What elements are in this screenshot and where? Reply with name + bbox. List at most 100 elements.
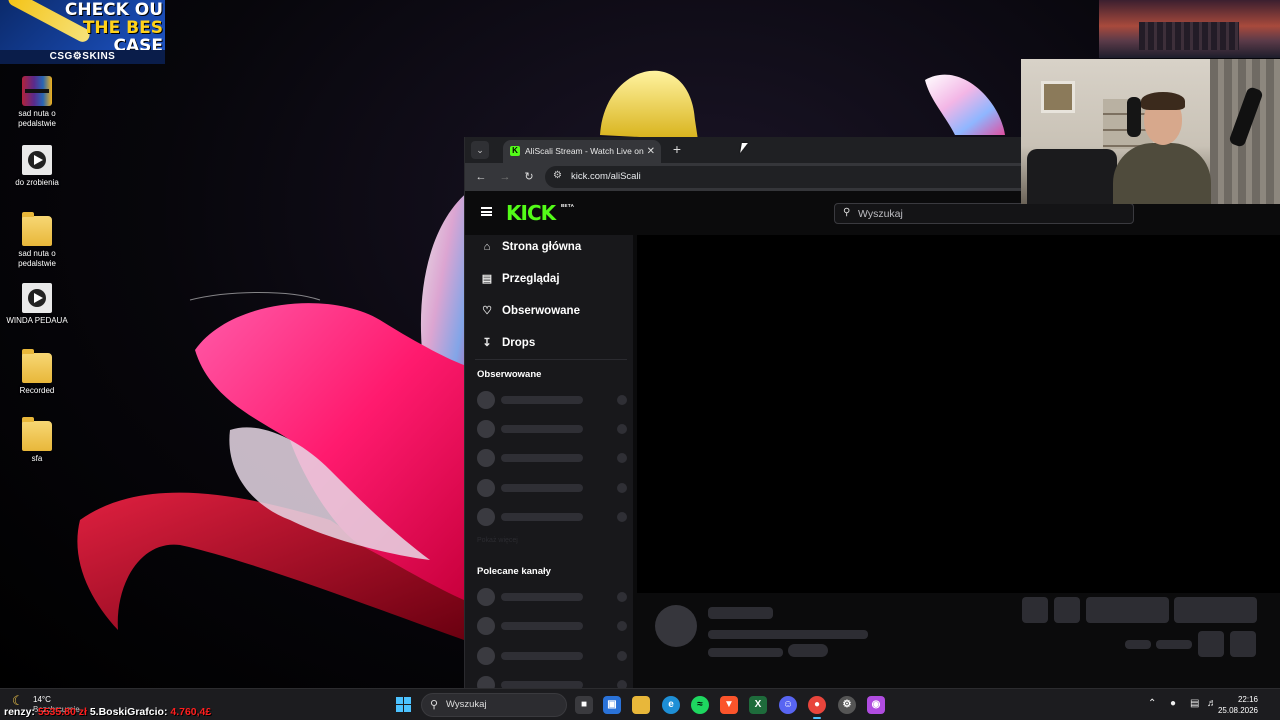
taskbar-search-placeholder: Wyszukaj (446, 699, 487, 710)
city-thumbnail (1099, 0, 1280, 58)
back-button[interactable]: ← (473, 169, 489, 185)
skeleton-bar (788, 644, 828, 657)
list-item (477, 647, 627, 665)
desktop-icon-label: sad nuta o pedalstwie (18, 109, 56, 128)
edge-icon[interactable]: e (662, 696, 680, 714)
video-file-icon (22, 283, 52, 313)
desktop-icon-video[interactable]: WINDA PEDAUA (4, 283, 70, 326)
close-tab-icon[interactable]: ✕ (647, 140, 655, 163)
skeleton-bar (708, 630, 868, 639)
excel-icon[interactable]: X (749, 696, 767, 714)
avatar (655, 605, 697, 647)
kick-page: KICK BETA ⚲ Wyszukaj ⌂ Strona główna ▤ P… (465, 191, 1280, 688)
chevron-up-icon[interactable]: ⌃ (1148, 698, 1156, 709)
list-item (477, 420, 627, 438)
kick-logo[interactable]: KICK (506, 202, 556, 224)
sidebar-item-drops[interactable]: ↧ Drops (480, 333, 535, 353)
network-icon[interactable]: ▤ (1190, 698, 1199, 709)
ad-headline: CHECK OU THE BES CASE (65, 1, 163, 55)
url-text: kick.com/aliScali (571, 171, 641, 182)
drops-icon: ↧ (482, 337, 492, 349)
task-view-icon[interactable]: ■ (575, 696, 593, 714)
system-clock[interactable]: 22:16 25.08.2026 (1218, 694, 1258, 716)
ad-brand: CSG⚙SKINS (0, 50, 165, 64)
donation-ticker: renzy: 5535.80 zł 5.BoskiGrafcio: 4.760,… (4, 706, 211, 718)
skeleton-bar (1125, 640, 1151, 649)
streamer-body (1113, 143, 1211, 204)
taskbar-search[interactable]: ⚲ Wyszukaj (421, 693, 567, 717)
chair (1027, 149, 1117, 204)
skeleton-button (1198, 631, 1224, 657)
following-heading: Obserwowane (477, 369, 542, 380)
sidebar-item-label: Obserwowane (502, 305, 580, 317)
chrome-icon[interactable]: ● (808, 696, 826, 719)
list-item (477, 449, 627, 467)
volume-icon[interactable]: ♬ (1207, 698, 1217, 709)
chevron-down-icon: ⌄ (476, 145, 484, 155)
desktop-icon-label: sad nuta o pedalstwie (18, 249, 56, 268)
sidebar-item-browse[interactable]: ▤ Przeglądaj (480, 269, 560, 289)
csgoskins-ad-banner[interactable]: CHECK OU THE BES CASE CSG⚙SKINS (0, 0, 165, 64)
browser-tab[interactable]: K AliScali Stream - Watch Live on ✕ (503, 140, 661, 163)
desktop-icon-label: do zrobienia (15, 178, 59, 187)
sidebar-item-label: Strona główna (502, 241, 582, 253)
skeleton-button (1022, 597, 1048, 623)
ad-line-1: CHECK OU (64, 0, 163, 20)
start-button[interactable] (396, 697, 412, 713)
sidebar-item-label: Przeglądaj (502, 273, 560, 285)
sidebar-divider (475, 359, 627, 360)
clock-date: 25.08.2026 (1217, 706, 1258, 715)
folder-icon (22, 417, 52, 451)
ticker-prefix: renzy: (4, 706, 35, 718)
sidebar-item-following[interactable]: ♡ Obserwowane (480, 301, 580, 321)
microphone-tray-icon[interactable]: ● (1170, 698, 1176, 709)
skeleton-button (1230, 631, 1256, 657)
browse-icon: ▤ (481, 273, 493, 285)
spotify-icon[interactable]: ≈ (691, 696, 709, 714)
moon-icon: ☾ (12, 693, 24, 708)
kick-sidebar: ⌂ Strona główna ▤ Przeglądaj ♡ Obserwowa… (465, 235, 633, 688)
skeleton-bar (1156, 640, 1192, 649)
sidebar-item-home[interactable]: ⌂ Strona główna (480, 237, 582, 257)
skeleton-bar (708, 648, 783, 657)
video-player[interactable] (637, 235, 1280, 593)
tab-title: AliScali Stream - Watch Live on (525, 146, 644, 156)
search-placeholder: Wyszukaj (858, 208, 903, 220)
new-tab-button[interactable]: + (668, 140, 686, 158)
video-file-icon (22, 145, 52, 175)
skeleton-button (1086, 597, 1169, 623)
forward-button[interactable]: → (497, 169, 513, 185)
folder-icon (22, 212, 52, 246)
kick-search-input[interactable]: ⚲ Wyszukaj (834, 203, 1134, 224)
desktop-icon-video[interactable]: do zrobienia (4, 145, 70, 188)
folder-icon (22, 349, 52, 383)
kick-favicon-icon: K (510, 146, 520, 156)
home-icon: ⌂ (483, 241, 491, 253)
reload-button[interactable]: ↻ (521, 169, 537, 185)
menu-icon[interactable] (481, 207, 492, 216)
sidebar-item-label: Drops (502, 337, 536, 349)
desktop-icon-folder[interactable]: Recorded (4, 349, 70, 396)
steam-icon[interactable]: ⚙ (838, 696, 856, 714)
tab-search-button[interactable]: ⌄ (471, 141, 489, 159)
store-icon[interactable]: ▣ (603, 696, 621, 714)
weather-temp: 14°C (33, 695, 51, 704)
heart-icon: ♡ (482, 305, 492, 317)
search-icon: ⚲ (430, 699, 439, 711)
site-settings-icon[interactable]: ⚙ (553, 170, 562, 181)
headset (1127, 97, 1141, 137)
list-item (477, 508, 627, 526)
winrar-archive-icon (22, 76, 52, 106)
file-explorer-icon[interactable] (632, 696, 650, 714)
desktop-icon-archive[interactable]: sad nuta o pedalstwie (4, 76, 70, 129)
obs-icon[interactable]: ◉ (867, 696, 885, 714)
search-icon: ⚲ (843, 207, 851, 218)
brave-icon[interactable]: ▼ (720, 696, 738, 714)
desktop-icon-folder[interactable]: sad nuta o pedalstwie (4, 212, 70, 269)
skeleton-button (1054, 597, 1080, 623)
show-more-link[interactable]: Pokaż więcej (477, 537, 518, 544)
ticker-name-2: 5.BoskiGrafcio: (89, 706, 168, 718)
discord-icon[interactable]: ☺ (779, 696, 797, 714)
list-item (477, 391, 627, 409)
desktop-icon-folder[interactable]: sfa (4, 417, 70, 464)
